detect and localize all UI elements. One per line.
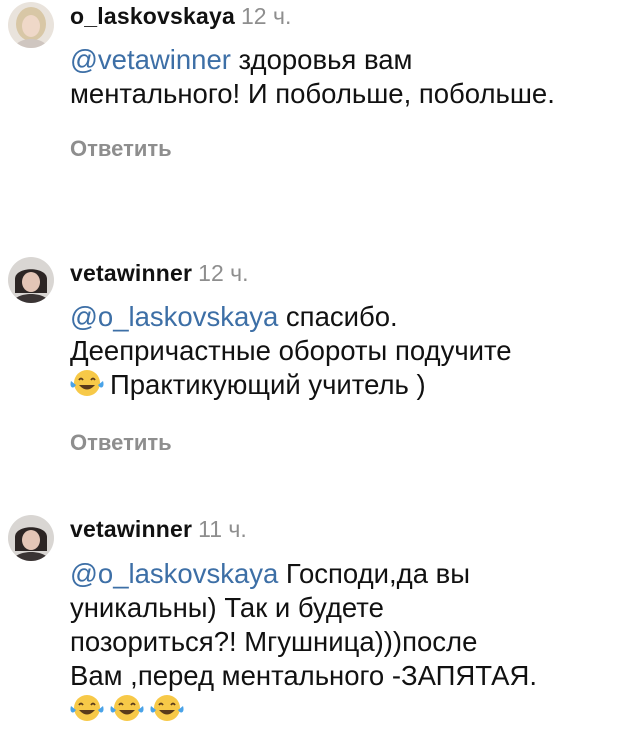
username[interactable]: o_laskovskaya [70,3,235,29]
comment-text-part: уникальны) Так и будете [70,592,384,623]
mention-link[interactable]: @vetawinner [70,44,231,75]
reply-button[interactable]: Ответить [70,136,172,162]
timestamp: 12 ч. [198,260,249,286]
comment-text-part: позориться?! Мгушница)))после [70,626,478,657]
profile-photo-icon [8,515,54,561]
tears-of-joy-emoji-icon [70,693,104,723]
tears-of-joy-emoji-icon [150,693,184,723]
comment-header: vetawinner 12 ч. [70,259,249,287]
timestamp: 12 ч. [241,3,292,29]
tears-of-joy-emoji-icon [70,368,104,398]
comment-text-part: Вам ,перед ментального -ЗАПЯТАЯ. [70,660,538,691]
comment-text: @o_laskovskaya спасибо. Деепричастные об… [70,300,635,402]
username[interactable]: vetawinner [70,260,192,286]
reply-button[interactable]: Ответить [70,430,172,456]
comment-text-part: здоровья вам [230,44,413,75]
comment-text-part: Практикующий учитель ) [110,369,426,400]
comment-text: @o_laskovskaya Господи,да вы уникальны) … [70,557,635,727]
comment-header: vetawinner 11 ч. [70,515,247,543]
profile-photo-icon [8,257,54,303]
comment-text-part: Деепричастные обороты подучите [70,335,512,366]
user-avatar[interactable] [8,515,54,561]
comment-text-part: Господи,да вы [278,558,471,589]
comment-text-part: спасибо. [278,301,398,332]
mention-link[interactable]: @o_laskovskaya [70,301,278,332]
comment-text-part: ментального! И побольше, побольше. [70,78,555,109]
user-avatar[interactable] [8,257,54,303]
username[interactable]: vetawinner [70,516,192,542]
comment-text: @vetawinner здоровья вам ментального! И … [70,43,635,111]
comment-header: o_laskovskaya 12 ч. [70,2,291,30]
user-avatar[interactable] [8,2,54,48]
mention-link[interactable]: @o_laskovskaya [70,558,278,589]
tears-of-joy-emoji-icon [110,693,144,723]
profile-photo-icon [8,2,54,48]
timestamp: 11 ч. [198,516,247,542]
